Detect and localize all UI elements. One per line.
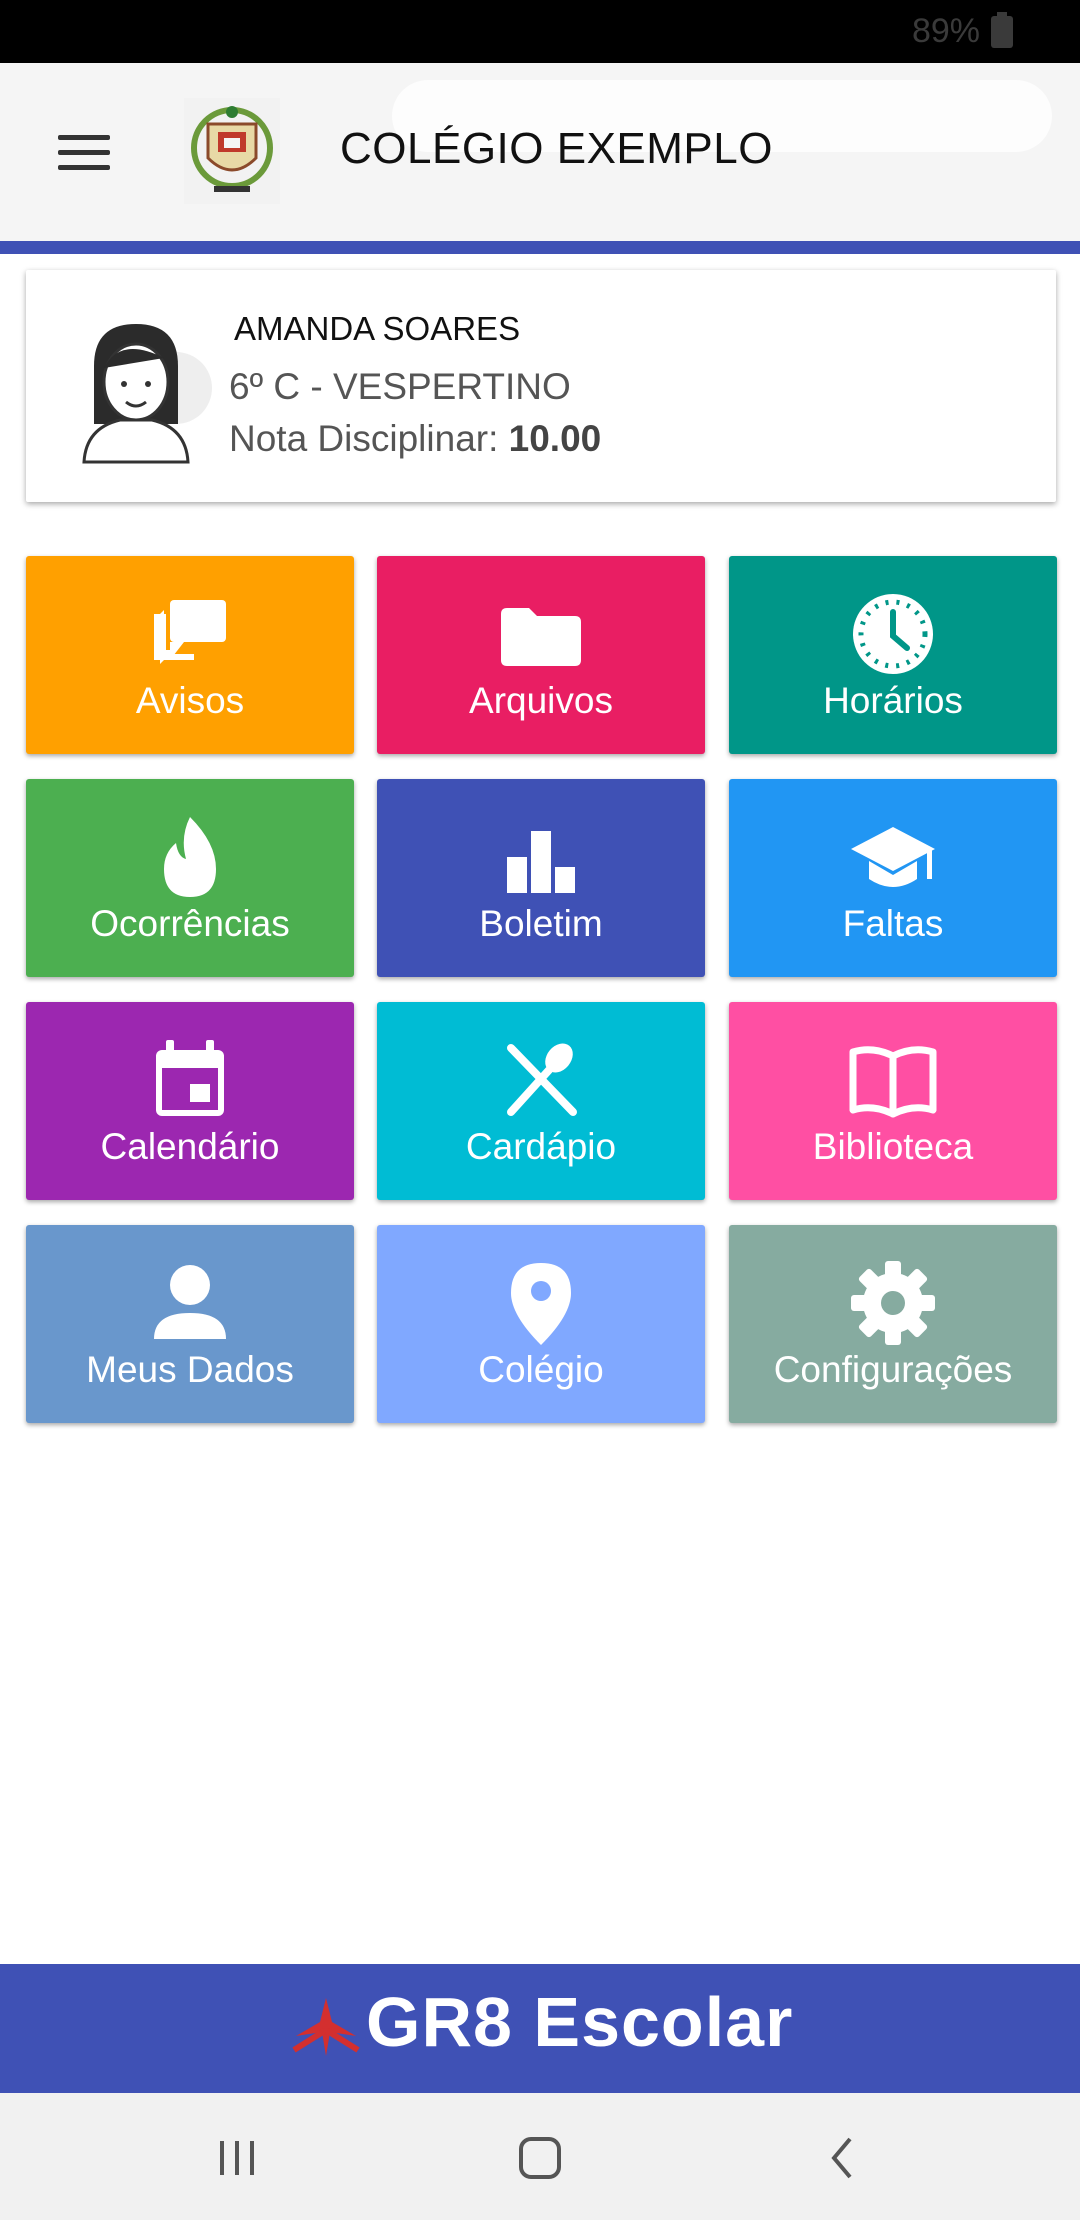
school-logo [184, 98, 280, 204]
tile-configuracoes[interactable]: Configurações [729, 1225, 1057, 1423]
tile-label: Horários [823, 680, 963, 721]
page-title: COLÉGIO EXEMPLO [340, 124, 773, 173]
tile-arquivos[interactable]: Arquivos [377, 556, 705, 754]
student-class: 6º C - VESPERTINO [229, 366, 571, 407]
tile-faltas[interactable]: Faltas [729, 779, 1057, 977]
tile-label: Configurações [773, 1349, 1013, 1390]
tile-horarios[interactable]: Horários [729, 556, 1057, 754]
tile-meus-dados[interactable]: Meus Dados [26, 1225, 354, 1423]
tile-calendario[interactable]: Calendário [26, 1002, 354, 1200]
brand-logo-icon [292, 1998, 360, 2056]
tile-label: Calendário [100, 1126, 280, 1167]
brand-footer: GR8 Escolar [0, 1964, 1080, 2093]
gear-icon [851, 1261, 935, 1345]
location-pin-icon [511, 1263, 571, 1345]
tile-label: Meus Dados [86, 1349, 294, 1390]
student-avatar [56, 306, 216, 466]
tile-avisos[interactable]: Avisos [26, 556, 354, 754]
home-icon [519, 2137, 561, 2179]
tile-ocorrencias[interactable]: Ocorrências [26, 779, 354, 977]
discipline-grade-value: 10.00 [508, 418, 602, 459]
back-button[interactable] [808, 2123, 878, 2193]
discipline-grade-label: Nota Disciplinar: [229, 418, 509, 459]
tile-colegio[interactable]: Colégio [377, 1225, 705, 1423]
folder-icon [501, 608, 581, 666]
chat-icon [154, 600, 226, 664]
battery-icon [991, 12, 1013, 48]
tile-label: Boletim [479, 903, 603, 944]
home-button[interactable] [505, 2123, 575, 2193]
utensils-icon [507, 1043, 577, 1116]
clock-icon [853, 594, 933, 674]
discipline-grade: Nota Disciplinar: 10.00 [229, 418, 601, 460]
tile-label: Ocorrências [90, 903, 290, 944]
brand-name: GR8 Escolar [366, 1983, 794, 2061]
appbar-divider [0, 241, 1080, 254]
chart-icon [507, 831, 575, 893]
calendar-icon [156, 1040, 224, 1116]
person-icon [154, 1265, 226, 1339]
tile-label: Biblioteca [812, 1126, 974, 1167]
back-icon [831, 2137, 852, 2179]
school-cap-icon [851, 827, 935, 887]
status-bar: 89% [0, 0, 1080, 63]
tile-label: Arquivos [469, 680, 613, 721]
menu-button[interactable] [48, 122, 120, 182]
recent-apps-icon [220, 2141, 254, 2175]
student-name: AMANDA SOARES [234, 310, 521, 347]
tile-boletim[interactable]: Boletim [377, 779, 705, 977]
tile-label: Avisos [135, 680, 245, 721]
system-navigation-bar [0, 2093, 1080, 2220]
tile-label: Cardápio [465, 1126, 617, 1167]
tile-biblioteca[interactable]: Biblioteca [729, 1002, 1057, 1200]
tile-label: Colégio [478, 1349, 604, 1390]
tile-label: Faltas [842, 903, 944, 944]
book-icon [849, 1046, 937, 1118]
student-profile-card[interactable]: AMANDA SOARES 6º C - VESPERTINO Nota Dis… [26, 270, 1056, 502]
tile-cardapio[interactable]: Cardápio [377, 1002, 705, 1200]
recent-apps-button[interactable] [202, 2123, 272, 2193]
battery-percentage: 89% [911, 12, 980, 50]
flame-icon [164, 817, 216, 897]
